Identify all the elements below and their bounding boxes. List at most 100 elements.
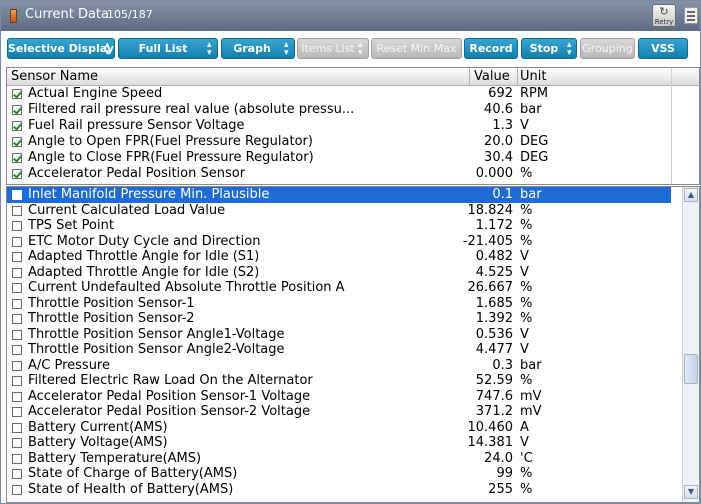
menu-icon[interactable]	[684, 7, 698, 24]
table-row[interactable]: Accelerator Pedal Position Sensor-2 Volt…	[7, 404, 671, 420]
table-row[interactable]: Adapted Throttle Angle for Idle (S1) 0.48…	[7, 249, 671, 265]
item-count: 105/187	[107, 8, 153, 21]
full-list-dropdown[interactable]: Full List ▴ ▾	[118, 38, 218, 59]
sensor-value: 18.824	[467, 202, 514, 218]
checkbox-icon[interactable]	[12, 360, 22, 371]
sensor-value: 0.1	[492, 187, 513, 202]
sensor-value: 747.6	[475, 388, 513, 404]
table-row[interactable]: Current Calculated Load Value 18.824%	[7, 203, 671, 219]
items-list-dropdown[interactable]: Items List ▴ ▾	[297, 38, 369, 59]
sensor-name: Battery Temperature(AMS)	[28, 450, 202, 466]
checkbox-icon[interactable]	[12, 469, 22, 479]
checkbox-icon[interactable]	[12, 453, 22, 464]
table-row[interactable]: Angle to Close FPR(Fuel Pressure Regulat…	[7, 150, 671, 166]
all-sensors-panel: Inlet Manifold Pressure Min. Plausible 0.…	[6, 186, 700, 503]
table-row[interactable]: Adapted Throttle Angle for Idle (S2) 4.52…	[7, 265, 671, 281]
checkbox-checked-icon[interactable]	[12, 153, 22, 163]
table-row[interactable]: Throttle Position Sensor-2 1.392%	[7, 311, 671, 327]
table-row[interactable]: Filtered Electric Raw Load On the Altern…	[7, 373, 671, 389]
checkbox-icon[interactable]	[12, 484, 22, 495]
header-sensor-name: Sensor Name	[11, 69, 99, 84]
checkbox-icon[interactable]	[12, 438, 22, 448]
sensor-unit: bar	[520, 187, 542, 202]
checkbox-icon[interactable]	[12, 376, 22, 386]
checkbox-icon[interactable]	[12, 205, 22, 216]
checkbox-icon[interactable]	[12, 252, 22, 262]
checkbox-icon[interactable]	[12, 267, 22, 278]
grouping-label: Grouping	[582, 42, 633, 55]
vss-button[interactable]: VSS	[638, 38, 688, 59]
checkbox-icon[interactable]	[12, 329, 22, 340]
scroll-down-icon[interactable]: ▼	[684, 485, 698, 499]
sensor-unit: %	[520, 481, 533, 497]
table-row[interactable]: State of Charge of Battery(AMS) 99%	[7, 466, 671, 482]
checkbox-checked-icon[interactable]	[12, 105, 22, 115]
checkbox-icon[interactable]	[12, 236, 22, 247]
checkbox-checked-icon[interactable]	[12, 169, 22, 179]
sensor-value: 14.381	[467, 435, 514, 450]
sensor-value: 692	[488, 86, 513, 101]
table-row[interactable]: Throttle Position Sensor-1 1.685%	[7, 296, 671, 312]
record-button[interactable]: Record	[464, 38, 518, 59]
table-row[interactable]: ETC Motor Duty Cycle and Direction -21.40…	[7, 234, 671, 250]
stop-dropdown[interactable]: Stop ▴ ▾	[521, 38, 577, 59]
table-row[interactable]: Throttle Position Sensor Angle1-Voltage 0…	[7, 327, 671, 343]
sensor-name: Adapted Throttle Angle for Idle (S2)	[28, 264, 260, 280]
checkbox-icon[interactable]	[12, 314, 22, 324]
sensor-value: 10.460	[467, 419, 514, 435]
sensor-unit: %	[520, 233, 533, 249]
scrollbar[interactable]: ▲ ▼	[682, 187, 699, 502]
updown-arrow-icon: ▴ ▾	[358, 40, 363, 58]
checkbox-checked-icon[interactable]	[12, 137, 22, 147]
checkbox-icon[interactable]	[12, 422, 22, 433]
current-data-window: Current Data 105/187 ↻ Retry Selective D…	[0, 0, 701, 504]
table-row[interactable]: Fuel Rail pressure Sensor Voltage 1.3 V	[7, 118, 671, 134]
record-label: Record	[469, 42, 513, 55]
checkbox-icon[interactable]	[12, 407, 22, 417]
sensor-value: 255	[488, 481, 513, 497]
table-row[interactable]: Current Undefaulted Absolute Throttle Po…	[7, 280, 671, 296]
table-row[interactable]: Throttle Position Sensor Angle2-Voltage 4…	[7, 342, 671, 358]
table-row[interactable]: Accelerator Pedal Position Sensor-1 Volt…	[7, 389, 671, 405]
selective-display-dropdown[interactable]: Selective Display ▴ ▾	[7, 38, 115, 59]
table-row[interactable]: A/C Pressure 0.3 bar	[7, 358, 671, 374]
checkbox-icon[interactable]	[12, 190, 22, 200]
table-row[interactable]: TPS Set Point 1.172%	[7, 218, 671, 234]
checkbox-checked-icon[interactable]	[12, 89, 22, 99]
table-row[interactable]: Accelerator Pedal Position Sensor 0.000%	[7, 166, 671, 182]
checkbox-icon[interactable]	[12, 221, 22, 231]
scroll-thumb[interactable]	[684, 354, 698, 384]
sensor-unit: V	[520, 264, 529, 280]
table-row[interactable]: Battery Voltage(AMS) 14.381 V	[7, 435, 671, 451]
table-row[interactable]: Angle to Open FPR(Fuel Pressure Regulato…	[7, 134, 671, 150]
scroll-up-icon[interactable]: ▲	[684, 188, 698, 202]
sensor-name: State of Charge of Battery(AMS)	[28, 466, 238, 481]
table-row[interactable]: Actual Engine Speed 692 RPM	[7, 86, 671, 102]
sensor-unit: V	[520, 326, 529, 342]
graph-dropdown[interactable]: Graph ▴ ▾	[221, 38, 295, 59]
stop-label: Stop	[529, 42, 559, 55]
checkbox-icon[interactable]	[12, 391, 22, 402]
retry-button[interactable]: ↻ Retry	[652, 4, 676, 27]
sensor-unit: %	[520, 218, 533, 233]
table-row[interactable]: Battery Current(AMS) 10.460 A	[7, 420, 671, 436]
table-row[interactable]: Filtered rail pressure real value (absol…	[7, 102, 671, 118]
checkbox-icon[interactable]	[12, 283, 22, 293]
sensor-unit: %	[520, 373, 533, 388]
checkbox-checked-icon[interactable]	[12, 121, 22, 131]
table-row[interactable]: Battery Temperature(AMS) 24.0 'C	[7, 451, 671, 467]
grouping-button[interactable]: Grouping	[580, 38, 635, 59]
sensor-value: 20.0	[484, 134, 513, 149]
checkbox-icon[interactable]	[12, 345, 22, 355]
sensor-value: 371.2	[475, 404, 513, 419]
retry-label: Retry	[654, 18, 674, 26]
table-row[interactable]: Inlet Manifold Pressure Min. Plausible 0.…	[7, 187, 671, 203]
header-value: Value	[474, 69, 510, 84]
sensor-unit: %	[520, 311, 533, 326]
sensor-name: Battery Current(AMS)	[28, 419, 168, 435]
table-row[interactable]: State of Health of Battery(AMS) 255%	[7, 482, 671, 498]
checkbox-icon[interactable]	[12, 298, 22, 309]
updown-arrow-icon: ▴ ▾	[207, 40, 212, 58]
sensor-value: 30.4	[484, 150, 513, 165]
reset-min-max-button[interactable]: Reset Min.Max	[371, 38, 462, 59]
